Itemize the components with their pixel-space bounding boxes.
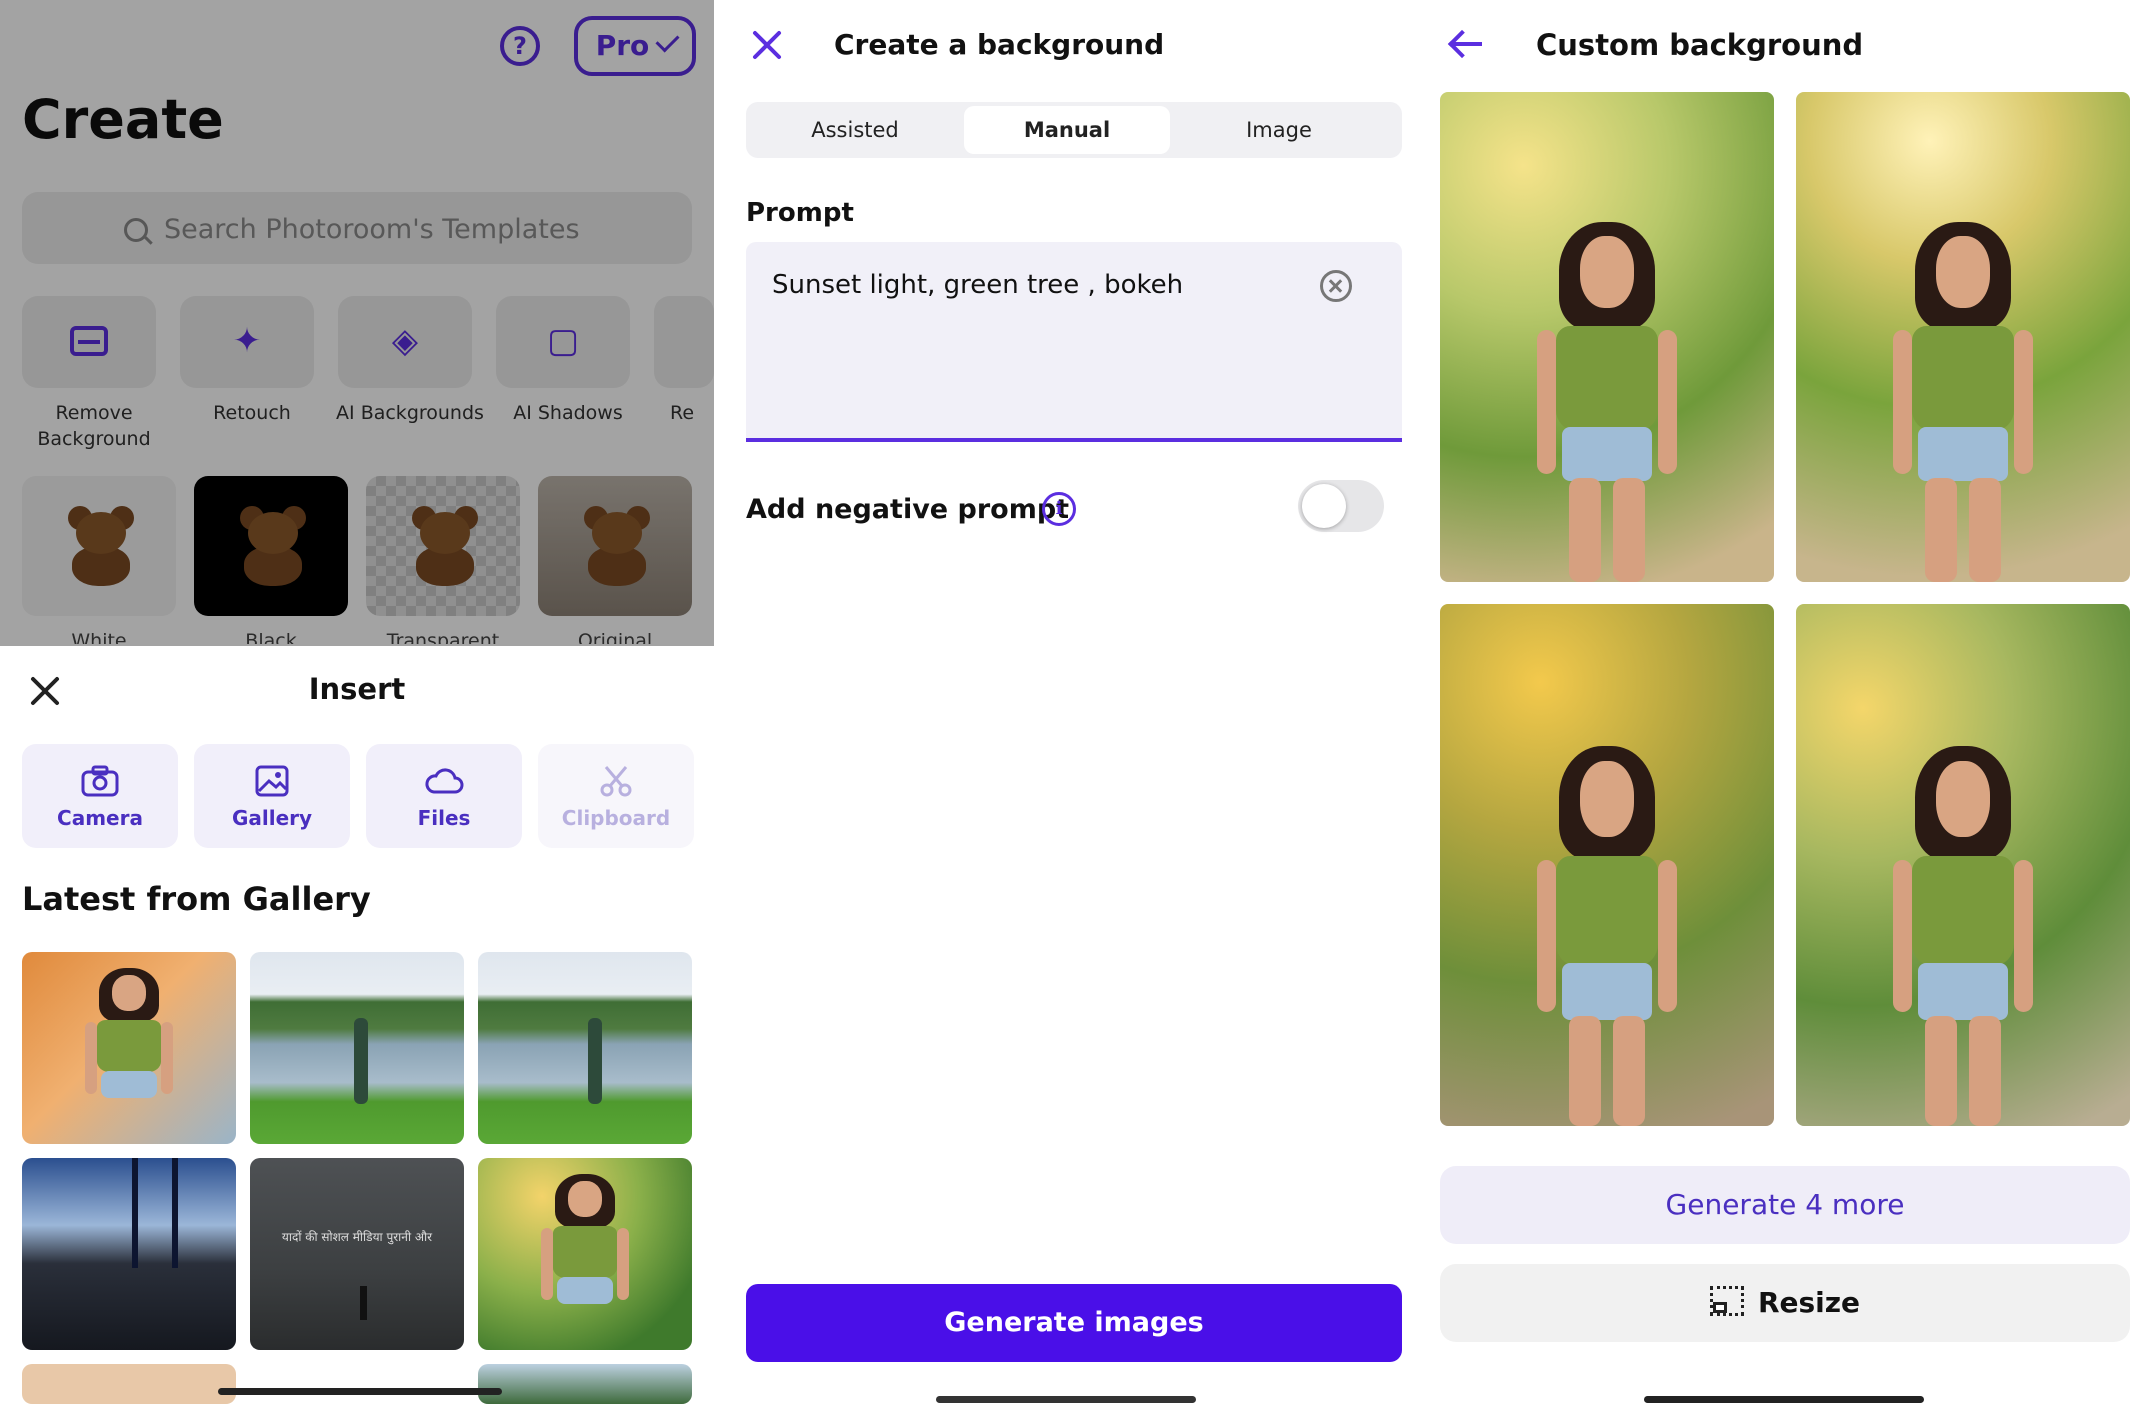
generated-image[interactable] [1796,604,2130,1126]
gallery-photo[interactable] [22,1158,236,1350]
camera-icon [81,765,119,797]
gallery-photo[interactable] [478,952,692,1144]
gallery-heading: Latest from Gallery [22,880,371,918]
resize-icon [1709,1286,1744,1316]
prompt-label: Prompt [746,198,854,228]
clear-icon[interactable] [1320,270,1352,302]
insert-label: Files [417,806,471,830]
gallery-photo[interactable] [22,1364,236,1404]
woman-figure [535,1174,635,1350]
tab-assisted[interactable]: Assisted [752,106,958,154]
create-background-panel: Create a background Assisted Manual Imag… [716,0,1404,1412]
woman-figure [1883,746,2043,1126]
home-indicator [218,1388,502,1395]
tab-manual[interactable]: Manual [964,106,1170,154]
generate-images-button[interactable]: Generate images [746,1284,1402,1362]
cloud-icon [425,768,464,794]
gallery-photo[interactable] [250,952,464,1144]
generated-image[interactable] [1440,92,1774,582]
person-silhouette [360,1286,367,1320]
panel-title: Custom background [1536,28,1864,62]
custom-background-panel: Custom background Generate 4 more Resize [1404,0,2140,1412]
insert-label: Camera [57,806,143,830]
sheet-title: Insert [308,672,406,706]
person-silhouette [354,1018,368,1104]
generate-more-button[interactable]: Generate 4 more [1440,1166,2130,1244]
info-icon[interactable]: i [1042,492,1076,526]
woman-figure [1883,222,2043,582]
person-silhouette [588,1018,602,1104]
tab-image[interactable]: Image [1176,106,1382,154]
scissors-icon [600,766,632,797]
back-arrow-icon[interactable] [1448,28,1484,60]
home-indicator [1644,1396,1924,1403]
prompt-value: Sunset light, green tree , bokeh [772,270,1184,300]
create-screen-panel: ? Pro Create Search Photoroom's Template… [0,0,714,1412]
dim-overlay [0,0,714,646]
insert-label: Clipboard [561,806,671,830]
gallery-image-icon [255,765,289,797]
gallery-photo[interactable] [22,952,236,1144]
insert-label: Gallery [231,806,313,830]
photo-caption: यादों की सोशल मीडिया पुरानी और [281,1230,433,1244]
window-frame [132,1158,138,1268]
close-icon[interactable] [750,28,784,62]
generated-image[interactable] [1440,604,1774,1126]
woman-figure [1527,746,1687,1126]
window-frame [172,1158,178,1268]
woman-figure [1527,222,1687,582]
gallery-photo[interactable] [478,1364,692,1404]
toggle-knob [1302,484,1346,528]
gallery-photo[interactable]: यादों की सोशल मीडिया पुरानी और [250,1158,464,1350]
negative-prompt-label: Add negative prompt [746,494,1070,525]
resize-button[interactable]: Resize [1440,1264,2130,1342]
generated-image[interactable] [1796,92,2130,582]
woman-figure [79,968,179,1144]
gallery-photo[interactable] [478,1158,692,1350]
panel-title: Create a background [834,28,1165,61]
home-indicator [936,1396,1196,1403]
